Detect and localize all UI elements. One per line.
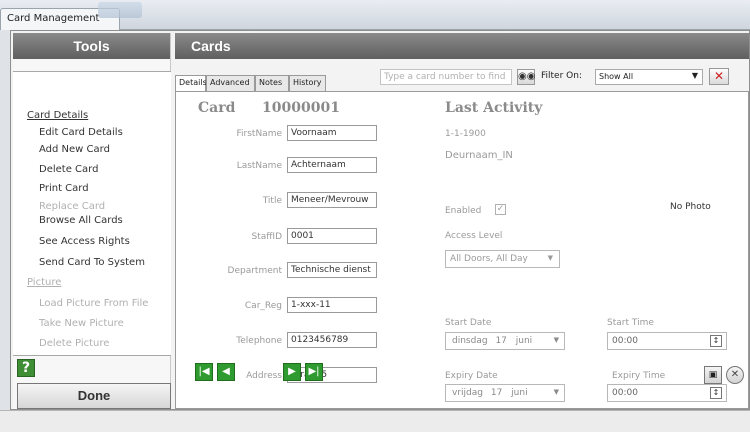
time-spin-icon[interactable]: ↕ [710, 335, 722, 347]
firstname-field[interactable]: Voornaam [287, 125, 377, 141]
tools-panel: Tools Card Details Edit Card Details Add… [13, 33, 171, 409]
last-activity-title: Last Activity [445, 100, 543, 116]
title-label: Title [262, 196, 282, 206]
card-search-input[interactable]: Type a card number to find [380, 69, 512, 85]
window-titlebar: Card Management [0, 0, 750, 30]
help-button[interactable]: ? [17, 359, 35, 377]
expiry-date-day: vrijdag [452, 388, 483, 398]
next-record-icon[interactable]: ▶ [283, 363, 301, 381]
staffid-field[interactable]: 0001 [287, 228, 377, 244]
expiry-date-month: juni [511, 388, 528, 398]
tab-advanced[interactable]: Advanced [206, 75, 255, 91]
chevron-down-icon: ▼ [547, 254, 553, 262]
firstname-label: FirstName [236, 129, 283, 139]
menu-edit-card-details[interactable]: Edit Card Details [39, 127, 123, 138]
clear-filter-icon[interactable]: ✕ [709, 68, 729, 85]
details-content: Card 10000001 FirstName Voornaam LastNam… [175, 91, 749, 409]
app-frame: Tools Card Details Edit Card Details Add… [10, 30, 750, 410]
last-activity-location: Deurnaam_IN [445, 150, 513, 161]
menu-delete-card[interactable]: Delete Card [39, 164, 98, 175]
access-level-label: Access Level [445, 231, 503, 241]
tab-history[interactable]: History [289, 75, 326, 91]
menu-take-new-picture[interactable]: Take New Picture [39, 318, 124, 329]
section-picture: Picture [27, 277, 62, 288]
start-date-day: dinsdag [452, 336, 488, 346]
binoculars-icon[interactable]: ◉◉ [517, 69, 535, 85]
time-spin-icon[interactable]: ↕ [710, 387, 722, 399]
filter-select[interactable]: Show All ▼ [595, 69, 703, 85]
car-reg-field[interactable]: 1-xxx-11 [287, 297, 377, 313]
chevron-down-icon: ▼ [691, 71, 698, 80]
start-date-num: 17 [495, 336, 507, 346]
card-title-label: Card [198, 100, 236, 116]
staffid-label: StaffID [251, 232, 282, 242]
lastname-label: LastName [236, 161, 282, 171]
last-record-icon[interactable]: ▶| [305, 363, 323, 381]
chevron-down-icon: ▼ [553, 336, 559, 344]
cards-panel: Cards Details Advanced Notes History Typ… [175, 33, 749, 409]
chevron-down-icon: ▼ [553, 388, 559, 396]
menu-load-picture-from-file[interactable]: Load Picture From File [39, 298, 148, 309]
title-field[interactable]: Meneer/Mevrouw [287, 192, 377, 208]
car-reg-label: Car_Reg [244, 301, 282, 311]
filter-label: Filter On: [541, 71, 582, 81]
department-label: Department [227, 266, 282, 276]
tools-menu: Card Details Edit Card Details Add New C… [13, 71, 171, 356]
tools-header: Tools [13, 33, 170, 59]
menu-see-access-rights[interactable]: See Access Rights [39, 236, 130, 247]
department-field[interactable]: Technische dienst [287, 262, 377, 278]
cards-header: Cards [175, 33, 749, 59]
expiry-date-num: 17 [490, 388, 503, 398]
enabled-checkbox[interactable]: ✓ [495, 204, 506, 215]
expiry-time-value: 00:00 [612, 388, 638, 398]
menu-delete-picture[interactable]: Delete Picture [39, 338, 109, 349]
access-level-value: All Doors, All Day [450, 254, 528, 264]
expiry-time-label: Expiry Time [612, 371, 666, 381]
tab-notes[interactable]: Notes [255, 75, 289, 91]
start-date-month: juni [515, 336, 533, 346]
done-button[interactable]: Done [17, 383, 171, 409]
menu-send-card-to-system[interactable]: Send Card To System [39, 257, 145, 268]
enabled-label: Enabled [445, 206, 482, 216]
start-date-label: Start Date [445, 318, 492, 328]
expiry-date-label: Expiry Date [445, 371, 498, 381]
first-record-icon[interactable]: |◀ [195, 363, 213, 381]
expiry-date-picker[interactable]: vrijdag 17 juni ▼ [445, 384, 565, 402]
titlebar-decoration [98, 2, 142, 18]
access-level-select[interactable]: All Doors, All Day ▼ [445, 250, 560, 268]
start-time-value: 00:00 [612, 336, 638, 346]
start-time-label: Start Time [607, 318, 654, 328]
menu-replace-card[interactable]: Replace Card [39, 201, 105, 212]
expiry-time-input[interactable]: 00:00 ↕ [607, 384, 727, 402]
start-date-picker[interactable]: dinsdag 17 juni ▼ [445, 332, 565, 350]
last-activity-date: 1-1-1900 [445, 129, 486, 139]
tab-details[interactable]: Details [175, 75, 207, 92]
card-number: 10000001 [262, 100, 340, 116]
no-photo-label: No Photo [670, 202, 711, 212]
status-bar [0, 410, 750, 432]
lastname-field[interactable]: Achternaam [287, 157, 377, 173]
telephone-label: Telephone [236, 336, 282, 346]
section-card-details[interactable]: Card Details [27, 110, 88, 121]
menu-print-card[interactable]: Print Card [39, 183, 89, 194]
start-time-input[interactable]: 00:00 ↕ [607, 332, 727, 350]
save-icon[interactable]: ▣ [704, 366, 722, 384]
menu-add-new-card[interactable]: Add New Card [39, 144, 110, 155]
previous-record-icon[interactable]: ◀ [217, 363, 235, 381]
menu-browse-all-cards[interactable]: Browse All Cards [39, 215, 123, 226]
telephone-field[interactable]: 0123456789 [287, 332, 377, 348]
filter-value: Show All [599, 72, 634, 81]
cancel-icon[interactable]: ✕ [726, 366, 744, 384]
